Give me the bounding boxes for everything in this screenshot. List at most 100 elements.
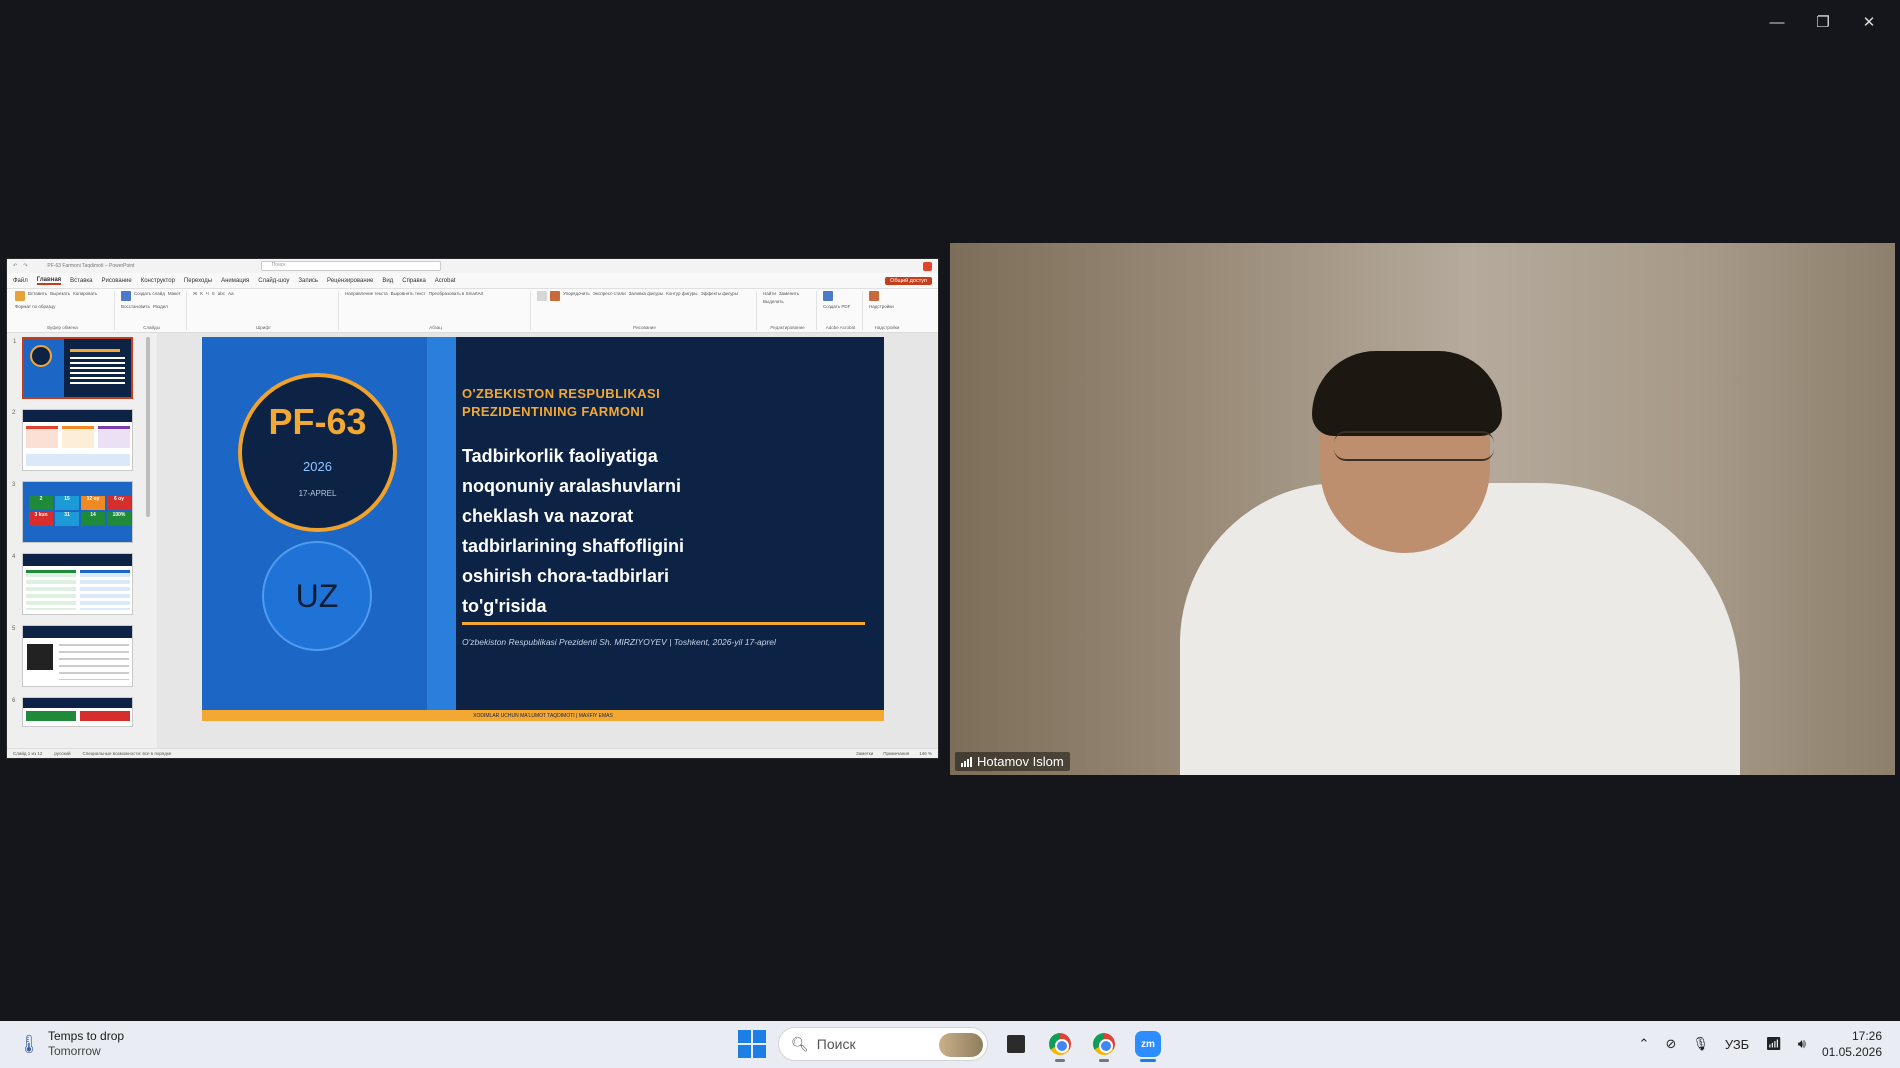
accessibility-status[interactable]: Специальные возможности: все в порядке (83, 751, 172, 756)
pdf-icon[interactable] (823, 291, 833, 301)
ppt-search-input[interactable]: Поиск (260, 261, 441, 271)
ribbon-group-label: Adobe Acrobat (825, 325, 856, 330)
addins-icon[interactable] (869, 291, 879, 301)
addins-button[interactable]: Надстройки (869, 304, 894, 309)
slide-body-line: oshirish chora-tadbirlari (462, 566, 670, 586)
replace-button[interactable]: Заменить (779, 291, 799, 296)
comments-button[interactable]: Примечания (883, 751, 909, 756)
decree-date: 17-APREL (298, 489, 337, 498)
decree-badge: PF-63 2026 17-APREL (238, 373, 397, 532)
volume-icon[interactable]: 🔊︎ (1798, 1036, 1806, 1052)
wifi-icon[interactable]: 📶︎ (1765, 1036, 1782, 1052)
ribbon-group-paragraph: Направление текста Выровнять текст Преобра… (341, 291, 531, 330)
ppt-editor: 1 2 3 2 15 12 oy 6 oy 3 kun 31 14 100% 4… (7, 333, 938, 748)
layout-button[interactable]: Макет (168, 291, 181, 296)
weather-widget[interactable]: 🌡 Temps to drop Tomorrow (18, 1029, 124, 1059)
record-icon[interactable] (923, 261, 932, 271)
chevron-up-icon[interactable]: ⌃ (1639, 1036, 1650, 1052)
change-case-button[interactable]: Aa (228, 291, 234, 296)
ribbon-group-clipboard: Вставить Вырезать Копировать Формат по обра… (11, 291, 115, 330)
menu-draw[interactable]: Рисование (101, 278, 131, 284)
slide-thumb-6[interactable]: 6 (12, 697, 133, 727)
select-button[interactable]: Выделить (763, 299, 784, 304)
shapes-gallery-icon[interactable] (537, 291, 547, 301)
task-view-button[interactable] (1000, 1028, 1032, 1060)
menu-animations[interactable]: Анимация (221, 278, 249, 284)
paste-icon[interactable] (15, 291, 25, 301)
chrome-profile-button[interactable] (1088, 1028, 1120, 1062)
close-button[interactable]: ✕ (1846, 8, 1892, 36)
language-indicator[interactable]: русский (54, 751, 70, 756)
new-slide-icon[interactable] (121, 291, 131, 301)
menu-slideshow[interactable]: Слайд-шоу (258, 278, 289, 284)
shared-screen: ↶ ↷ PF-63 Farmoni Taqdimoti – PowerPoint… (6, 258, 939, 759)
chrome-button[interactable] (1044, 1028, 1076, 1062)
minimize-button[interactable]: — (1754, 8, 1800, 36)
slide-thumb-4[interactable]: 4 (12, 553, 133, 615)
ppt-window-title: PF-63 Farmoni Taqdimoti – PowerPoint (47, 263, 135, 269)
taskbar-apps: 🔍︎ Поиск zm (738, 1027, 1164, 1062)
thumb-number: 2 (12, 410, 16, 416)
zoom-button[interactable]: zm (1132, 1028, 1164, 1062)
network-off-icon[interactable]: ⊘ (1665, 1036, 1676, 1052)
align-text-button[interactable]: Выровнять текст (391, 291, 426, 296)
stat-cell: 6 oy (107, 496, 131, 510)
zoom-level[interactable]: 146 % (919, 751, 932, 756)
reset-button[interactable]: Восстановить (121, 304, 150, 309)
microphone-icon[interactable]: 🎙︎ (1692, 1036, 1709, 1052)
menu-view[interactable]: Вид (382, 278, 393, 284)
menu-file[interactable]: Файл (13, 278, 28, 284)
section-button[interactable]: Раздел (153, 304, 168, 309)
notes-button[interactable]: Заметки (856, 751, 873, 756)
text-direction-button[interactable]: Направление текста (345, 291, 388, 296)
restore-button[interactable]: ❐ (1800, 8, 1846, 36)
slide-canvas[interactable]: PF-63 2026 17-APREL UZ O'ZBEKISTON RESPU… (202, 337, 884, 721)
clock[interactable]: 17:26 01.05.2026 (1822, 1028, 1882, 1060)
thumb-number: 3 (12, 482, 16, 488)
strikethrough-button[interactable]: S (212, 291, 215, 296)
italic-button[interactable]: К (200, 291, 203, 296)
paste-button[interactable]: Вставить (28, 291, 47, 296)
slide-thumb-1[interactable]: 1 (13, 337, 133, 399)
menu-home[interactable]: Главная (36, 277, 62, 285)
undo-icon[interactable]: ↶ (13, 263, 17, 269)
format-painter-button[interactable]: Формат по образцу (15, 304, 55, 309)
redo-icon[interactable]: ↷ (23, 263, 27, 269)
create-pdf-button[interactable]: Создать PDF (823, 304, 850, 309)
windows-start-icon[interactable] (738, 1030, 766, 1058)
menu-help[interactable]: Справка (402, 278, 426, 284)
thumbnail-scrollbar[interactable] (146, 337, 150, 517)
stat-cell: 2 (29, 496, 53, 510)
menu-transitions[interactable]: Переходы (184, 278, 212, 284)
slide-thumb-5[interactable]: 5 (12, 625, 133, 687)
underline-button[interactable]: Ч (206, 291, 209, 296)
char-spacing-button[interactable]: abc (218, 291, 225, 296)
participant-name-tag: Hotamov Islom (955, 752, 1070, 771)
input-language[interactable]: УЗБ (1725, 1037, 1749, 1052)
shape-outline-button[interactable]: Контур фигуры (666, 291, 697, 296)
cut-button[interactable]: Вырезать (50, 291, 70, 296)
arrange-icon[interactable] (550, 291, 560, 301)
shape-fill-button[interactable]: Заливка фигуры (629, 291, 663, 296)
share-button[interactable]: Общий доступ (885, 276, 932, 285)
slide-thumb-2[interactable]: 2 (12, 409, 133, 471)
search-icon: 🔍︎ (791, 1035, 809, 1052)
arrange-button[interactable]: Упорядочить (563, 291, 590, 296)
menu-review[interactable]: Рецензирование (327, 278, 373, 284)
menu-design[interactable]: Конструктор (141, 278, 175, 284)
slide-thumb-3[interactable]: 3 2 15 12 oy 6 oy 3 kun 31 14 100% (12, 481, 133, 543)
shape-effects-button[interactable]: Эффекты фигуры (701, 291, 739, 296)
stat-cell: 15 (55, 496, 79, 510)
menu-insert[interactable]: Вставка (70, 278, 92, 284)
quick-styles-button[interactable]: Экспресс-стили (593, 291, 626, 296)
bold-button[interactable]: Ж (193, 291, 197, 296)
find-button[interactable]: Найти (763, 291, 776, 296)
smartart-button[interactable]: Преобразовать в SmartArt (429, 291, 484, 296)
ribbon-group-slides: Создать слайд Макет Восстановить Раздел Сла… (117, 291, 187, 330)
weather-subtitle: Tomorrow (48, 1044, 101, 1058)
new-slide-button[interactable]: Создать слайд (134, 291, 165, 296)
menu-record[interactable]: Запись (298, 278, 318, 284)
taskbar-search[interactable]: 🔍︎ Поиск (778, 1027, 988, 1061)
copy-button[interactable]: Копировать (73, 291, 97, 296)
menu-acrobat[interactable]: Acrobat (435, 278, 456, 284)
